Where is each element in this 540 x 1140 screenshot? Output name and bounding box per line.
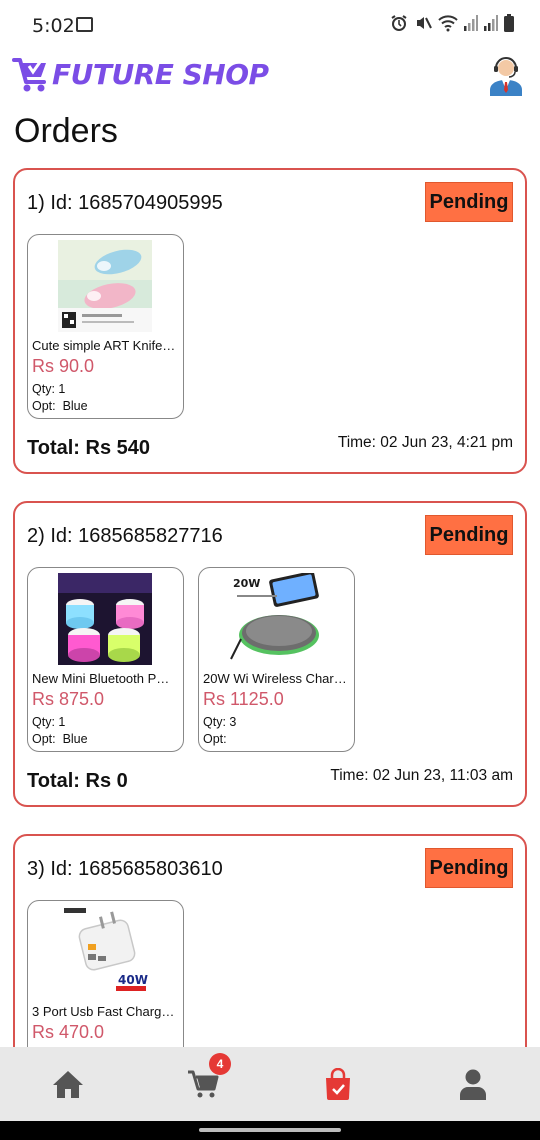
item-qty: Qty: 1 xyxy=(32,382,66,396)
item-name: 20W Wi Wireless Char… xyxy=(203,671,347,686)
item-name: 3 Port Usb Fast Charg… xyxy=(32,1004,175,1019)
order-id: 2) Id: 1685685827716 xyxy=(27,525,223,547)
item-price: Rs 470.0 xyxy=(32,1022,105,1042)
status-badge: Pending xyxy=(425,182,513,222)
svg-text:20W: 20W xyxy=(233,577,260,590)
system-nav-bar xyxy=(0,1121,540,1140)
order-time: Time: 02 Jun 23, 11:03 am xyxy=(330,767,513,784)
order-id: 1) Id: 1685704905995 xyxy=(27,192,223,214)
logo-text: FUTURE SHOP xyxy=(52,57,269,91)
status-bar: 5:02 xyxy=(0,0,540,50)
order-time: Time: 02 Jun 23, 4:21 pm xyxy=(337,434,513,451)
order-card[interactable]: 1) Id: 1685704905995 Pending Cute simple… xyxy=(13,168,527,474)
logo-cart-icon xyxy=(12,58,46,92)
home-indicator[interactable] xyxy=(199,1128,341,1132)
order-item-card[interactable]: 20W 20W Wi Wireless Char… Rs 1125.0 Qty:… xyxy=(198,567,355,752)
shopping-bag-icon xyxy=(325,1068,350,1100)
item-price: Rs 875.0 xyxy=(32,689,105,709)
order-total: Total: Rs 540 xyxy=(27,437,150,459)
order-card[interactable]: 2) Id: 1685685827716 Pending New Mini Bl… xyxy=(13,501,527,807)
item-price: Rs 1125.0 xyxy=(203,689,284,709)
item-name: Cute simple ART Knife… xyxy=(32,338,176,353)
item-qty: Qty: 1 xyxy=(32,715,66,729)
order-items: New Mini Bluetooth P… Rs 875.0 Qty: 1 Op… xyxy=(27,567,355,752)
speaker-product-image xyxy=(58,573,152,665)
app-logo[interactable]: FUTURE SHOP xyxy=(12,54,269,94)
item-opt: Opt: xyxy=(203,732,227,746)
image-icon xyxy=(76,17,93,32)
nav-profile[interactable] xyxy=(405,1047,540,1121)
battery-icon xyxy=(504,14,514,32)
cart-count-badge: 4 xyxy=(209,1053,231,1075)
item-price: Rs 90.0 xyxy=(32,356,95,376)
order-item-card[interactable]: New Mini Bluetooth P… Rs 875.0 Qty: 1 Op… xyxy=(27,567,184,752)
nav-cart[interactable]: 4 xyxy=(135,1047,270,1121)
wifi-icon xyxy=(438,15,458,32)
item-opt: Opt: Blue xyxy=(32,732,88,746)
signal-icon xyxy=(484,15,498,31)
status-badge: Pending xyxy=(425,848,513,888)
item-qty: Qty: 3 xyxy=(203,715,237,729)
svg-text:40W: 40W xyxy=(118,973,148,987)
alarm-icon xyxy=(391,15,407,31)
app-header: FUTURE SHOP xyxy=(0,50,540,102)
mute-icon xyxy=(417,17,432,29)
item-name: New Mini Bluetooth P… xyxy=(32,671,170,686)
knife-product-image xyxy=(58,240,152,332)
order-items: Cute simple ART Knife… Rs 90.0 Qty: 1 Op… xyxy=(27,234,184,419)
bottom-nav: 4 xyxy=(0,1047,540,1121)
charger-pad-product-image: 20W xyxy=(229,573,323,665)
item-opt: Opt: Blue xyxy=(32,399,88,413)
order-id: 3) Id: 1685685803610 xyxy=(27,858,223,880)
status-time: 5:02 xyxy=(32,15,75,37)
status-badge: Pending xyxy=(425,515,513,555)
home-icon xyxy=(52,1071,83,1098)
nav-home[interactable] xyxy=(0,1047,135,1121)
orders-list: 1) Id: 1685704905995 Pending Cute simple… xyxy=(13,168,527,1121)
support-agent-icon[interactable] xyxy=(488,54,524,96)
order-total: Total: Rs 0 xyxy=(27,770,128,792)
status-icons xyxy=(390,14,514,32)
nav-orders[interactable] xyxy=(270,1047,405,1121)
order-item-card[interactable]: Cute simple ART Knife… Rs 90.0 Qty: 1 Op… xyxy=(27,234,184,419)
signal-icon xyxy=(464,15,478,31)
person-icon xyxy=(459,1069,486,1100)
usb-charger-product-image: 40W xyxy=(58,906,152,998)
page-title: Orders xyxy=(14,112,118,150)
